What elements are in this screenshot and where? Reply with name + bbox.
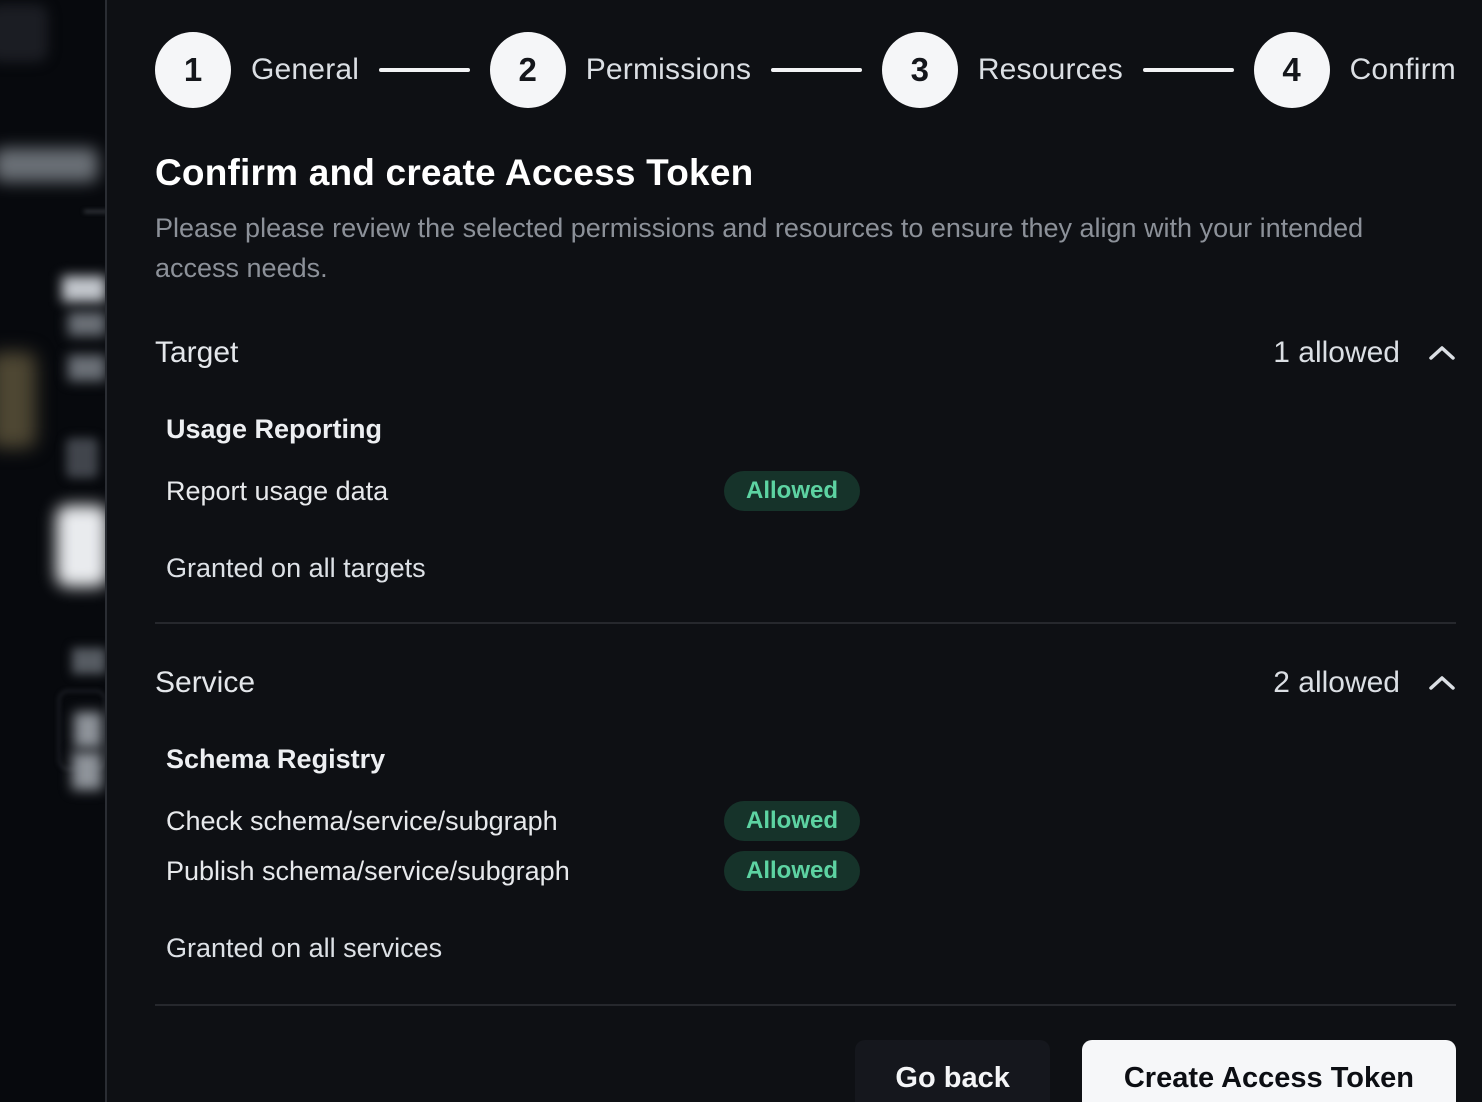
section-header-service[interactable]: Service 2 allowed <box>155 666 1456 700</box>
blurred-text-fragment <box>72 752 102 790</box>
step-label: General <box>251 53 359 87</box>
create-access-token-modal: 1 General 2 Permissions 3 Resources 4 Co… <box>105 0 1482 1102</box>
permission-group-schema-registry: Schema Registry Check schema/service/sub… <box>166 744 1456 891</box>
blurred-warning-panel <box>0 352 36 448</box>
page-description: Please please review the selected permis… <box>155 208 1390 288</box>
blurred-text-fragment <box>74 712 102 748</box>
chevron-up-icon[interactable] <box>1428 344 1456 362</box>
stepper: 1 General 2 Permissions 3 Resources 4 Co… <box>155 32 1456 108</box>
blurred-text-fragment <box>62 276 106 302</box>
status-badge-allowed: Allowed <box>724 801 860 841</box>
granted-note: Granted on all services <box>166 933 1456 964</box>
blurred-icon <box>66 438 98 478</box>
section-header-target[interactable]: Target 1 allowed <box>155 336 1456 370</box>
step-number-circle: 4 <box>1254 32 1330 108</box>
stepper-step-confirm[interactable]: 4 Confirm <box>1254 32 1456 108</box>
blurred-text-fragment <box>68 355 106 381</box>
stepper-connector <box>1143 68 1234 72</box>
group-heading: Schema Registry <box>166 744 1456 775</box>
stepper-connector <box>379 68 470 72</box>
allowed-count-badge: 1 allowed <box>1273 336 1400 370</box>
permission-label: Publish schema/service/subgraph <box>166 856 724 887</box>
permission-row: Publish schema/service/subgraph Allowed <box>166 851 1456 891</box>
blurred-text-fragment <box>72 648 106 674</box>
step-label: Confirm <box>1350 53 1456 87</box>
granted-note: Granted on all targets <box>166 553 1456 584</box>
section-divider <box>155 622 1456 624</box>
go-back-button[interactable]: Go back <box>855 1040 1049 1102</box>
stepper-step-resources[interactable]: 3 Resources <box>882 32 1123 108</box>
step-number-circle: 1 <box>155 32 231 108</box>
step-number-circle: 3 <box>882 32 958 108</box>
section-title: Target <box>155 336 238 370</box>
page-title: Confirm and create Access Token <box>155 152 1456 194</box>
step-label: Resources <box>978 53 1123 87</box>
create-access-token-button[interactable]: Create Access Token <box>1082 1040 1456 1102</box>
allowed-count-badge: 2 allowed <box>1273 666 1400 700</box>
blurred-app-backdrop <box>0 0 106 1102</box>
stepper-connector <box>771 68 862 72</box>
step-label: Permissions <box>586 53 752 87</box>
blurred-nav-text <box>0 148 98 182</box>
step-number-circle: 2 <box>490 32 566 108</box>
permission-label: Report usage data <box>166 476 724 507</box>
group-heading: Usage Reporting <box>166 414 1456 445</box>
permission-row: Report usage data Allowed <box>166 471 1456 511</box>
blurred-logo <box>0 4 48 62</box>
modal-footer: Go back Create Access Token <box>155 1040 1456 1102</box>
permission-label: Check schema/service/subgraph <box>166 806 724 837</box>
status-badge-allowed: Allowed <box>724 851 860 891</box>
stepper-step-general[interactable]: 1 General <box>155 32 359 108</box>
footer-divider <box>155 1004 1456 1006</box>
section-title: Service <box>155 666 255 700</box>
status-badge-allowed: Allowed <box>724 471 860 511</box>
permission-row: Check schema/service/subgraph Allowed <box>166 801 1456 841</box>
blurred-card <box>56 505 108 587</box>
stepper-step-permissions[interactable]: 2 Permissions <box>490 32 752 108</box>
blurred-text-fragment <box>68 312 106 336</box>
chevron-up-icon[interactable] <box>1428 674 1456 692</box>
permission-group-usage-reporting: Usage Reporting Report usage data Allowe… <box>166 414 1456 511</box>
